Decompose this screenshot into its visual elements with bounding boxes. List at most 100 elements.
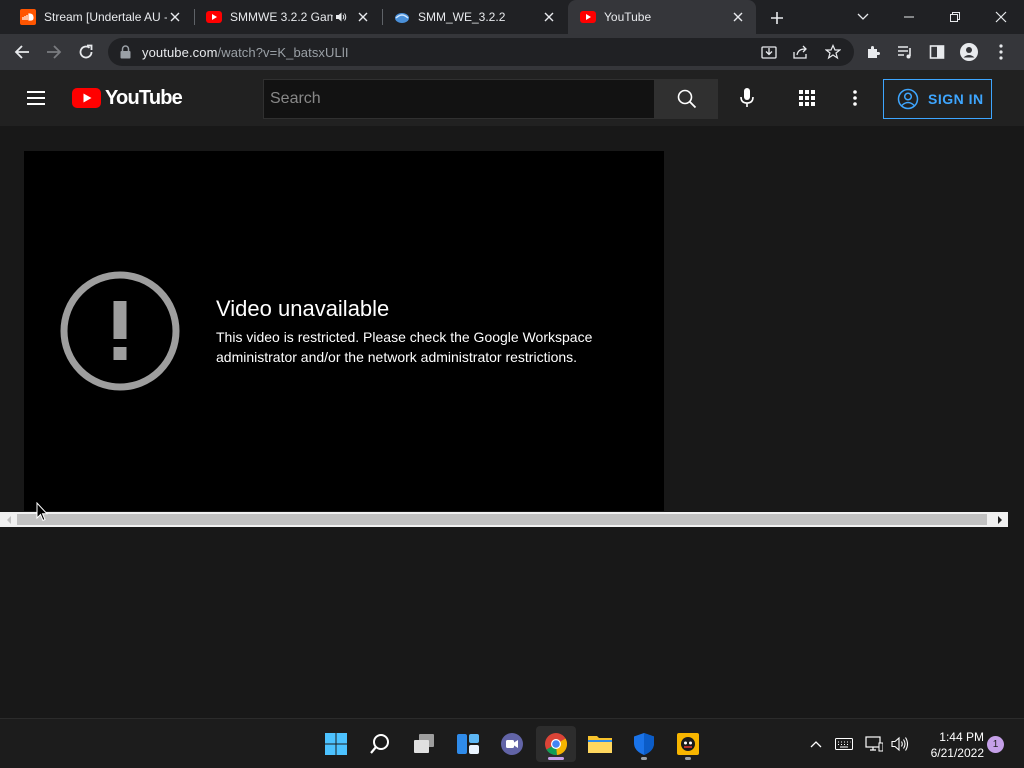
url-host: youtube.com [142, 44, 218, 60]
share-button[interactable] [790, 41, 812, 63]
speaker-icon[interactable] [333, 9, 349, 25]
hamburger-icon [27, 91, 45, 105]
url-path: /watch?v=K_batsxULlI [217, 44, 349, 60]
side-panel-button[interactable] [926, 41, 948, 63]
search-icon [370, 734, 389, 754]
folder-icon [588, 736, 612, 753]
voice-search-button[interactable] [731, 82, 763, 114]
search-button[interactable] [655, 79, 718, 119]
soundcloud-icon [20, 9, 36, 25]
search-taskbar-button[interactable] [360, 726, 400, 762]
tab-strip: Stream [Undertale AU - SMMWE 3.2.2 Gam S… [0, 0, 1024, 34]
profile-button[interactable] [958, 41, 980, 63]
tab-title: SMM_WE_3.2.2 [418, 10, 506, 24]
search-icon [677, 89, 696, 109]
tab-title: Stream [Undertale AU - [44, 10, 167, 24]
show-hidden-icons-button[interactable] [806, 734, 826, 754]
guide-menu-button[interactable] [24, 88, 48, 108]
chrome-icon [545, 733, 568, 756]
tab-smm-we[interactable]: SMM_WE_3.2.2 [374, 0, 567, 34]
side-panel-icon [929, 45, 945, 59]
close-icon[interactable] [355, 9, 371, 25]
defender-button[interactable] [624, 726, 664, 762]
teams-chat-button[interactable] [492, 726, 532, 762]
task-view-button[interactable] [404, 726, 444, 762]
restore-button[interactable] [932, 0, 978, 34]
close-icon[interactable] [730, 9, 746, 25]
scroll-left-arrow-icon[interactable] [0, 512, 17, 527]
clock-date: 6/21/2022 [930, 746, 984, 760]
forward-button[interactable] [42, 40, 66, 64]
close-icon [995, 11, 1007, 23]
watch-page: Video unavailable This video is restrict… [0, 126, 1024, 718]
notification-badge[interactable]: 1 [987, 736, 1004, 753]
file-explorer-button[interactable] [580, 726, 620, 762]
windows-taskbar: 1:44 PM 6/21/2022 1 [0, 718, 1024, 768]
media-control-button[interactable] [894, 41, 916, 63]
keyboard-icon [835, 738, 853, 750]
error-message: This video is restricted. Please check t… [216, 329, 593, 365]
share-icon [793, 45, 807, 59]
smm-we-icon [394, 9, 410, 25]
back-button[interactable] [10, 40, 34, 64]
new-tab-button[interactable] [766, 7, 788, 29]
sign-in-button[interactable]: SIGN IN [883, 79, 992, 119]
install-icon [761, 46, 777, 59]
install-app-button[interactable] [758, 41, 780, 63]
video-player[interactable]: Video unavailable This video is restrict… [24, 151, 664, 511]
reload-icon [79, 44, 93, 59]
windows-logo-icon [325, 733, 347, 755]
widgets-button[interactable] [448, 726, 488, 762]
close-icon[interactable] [541, 9, 557, 25]
chevron-up-icon [810, 741, 822, 748]
scrollbar-thumb[interactable] [17, 514, 987, 525]
close-window-button[interactable] [978, 0, 1024, 34]
network-button[interactable] [864, 734, 884, 754]
chrome-taskbar-button[interactable] [536, 726, 576, 762]
task-view-icon [414, 734, 434, 753]
keyboard-button[interactable] [834, 734, 854, 754]
url-text: youtube.com/watch?v=K_batsxULlI [142, 45, 349, 60]
tab-youtube-active[interactable]: YouTube [568, 0, 756, 34]
smm-we-taskbar-button[interactable] [668, 726, 708, 762]
star-icon [825, 44, 841, 60]
search-input[interactable] [270, 90, 654, 108]
search-box[interactable] [263, 79, 655, 119]
lock-icon[interactable] [120, 45, 132, 59]
error-title: Video unavailable [216, 296, 390, 321]
account-circle-icon [896, 87, 920, 111]
tab-smmwe-youtube[interactable]: SMMWE 3.2.2 Gam [186, 0, 381, 34]
volume-button[interactable] [890, 734, 910, 754]
running-indicator [685, 757, 691, 760]
chrome-menu-button[interactable] [990, 41, 1012, 63]
tab-search-button[interactable] [840, 0, 886, 34]
bookmark-button[interactable] [822, 41, 844, 63]
youtube-logo-text: YouTube [105, 86, 183, 109]
address-bar[interactable]: youtube.com/watch?v=K_batsxULlI [108, 38, 854, 66]
youtube-apps-button[interactable] [795, 86, 819, 110]
extensions-button[interactable] [862, 41, 884, 63]
tab-title: SMMWE 3.2.2 Gam [230, 10, 333, 24]
more-vert-icon [999, 44, 1003, 60]
scroll-right-arrow-icon[interactable] [991, 512, 1008, 527]
youtube-masthead: YouTube SIGN IN [0, 70, 1024, 126]
shield-icon [634, 733, 654, 755]
playlist-icon [898, 46, 911, 59]
reload-button[interactable] [74, 40, 98, 64]
arrow-left-icon [14, 45, 29, 59]
settings-menu-button[interactable] [843, 86, 867, 110]
start-button[interactable] [316, 726, 356, 762]
tab-soundcloud[interactable]: Stream [Undertale AU - [0, 0, 193, 34]
plus-icon [771, 12, 783, 24]
taskbar-clock[interactable]: 1:44 PM 6/21/2022 [916, 729, 984, 761]
minimize-icon [904, 16, 914, 18]
error-exclamation-icon [60, 271, 180, 391]
close-icon[interactable] [167, 9, 183, 25]
horizontal-scrollbar[interactable] [0, 512, 1008, 527]
widgets-icon [457, 734, 479, 754]
profile-icon [960, 43, 978, 61]
minimize-button[interactable] [886, 0, 932, 34]
apps-grid-icon [799, 90, 815, 106]
speaker-icon [891, 736, 909, 752]
youtube-logo[interactable]: YouTube [72, 86, 183, 110]
